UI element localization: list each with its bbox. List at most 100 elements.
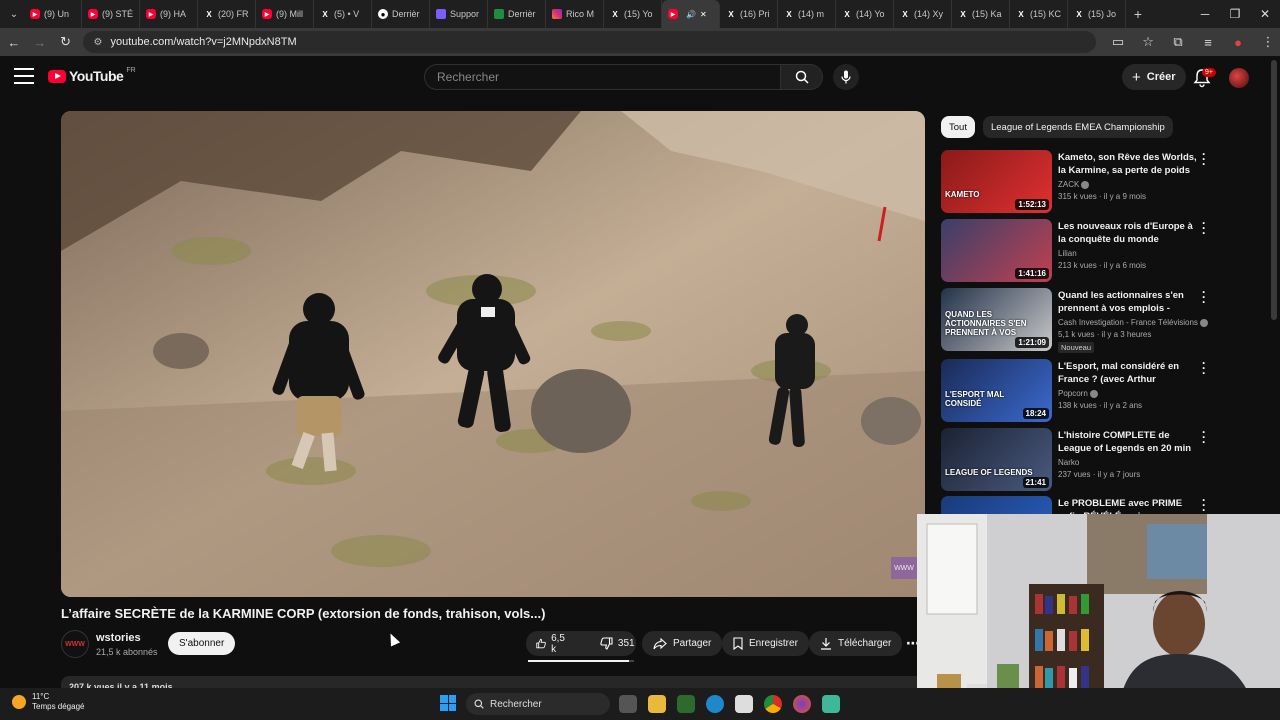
video-thumbnail[interactable]: LEAGUE OF LEGENDS 21:41 bbox=[941, 428, 1052, 491]
browser-tab[interactable]: X (5) • V bbox=[314, 0, 372, 28]
account-avatar[interactable] bbox=[1229, 68, 1249, 88]
more-options-icon[interactable]: · · · bbox=[1199, 357, 1209, 379]
related-video-item[interactable]: L'ESPORT MAL CONSIDÉ 18:24 L'Esport, mal c… bbox=[941, 357, 1217, 423]
youtube-icon: ▶ bbox=[88, 9, 98, 19]
browser-tab[interactable]: X (14) m bbox=[778, 0, 836, 28]
search-icon bbox=[795, 70, 809, 84]
related-channel-line[interactable]: Popcorn bbox=[1058, 389, 1098, 398]
browser-tab[interactable]: Derrièr bbox=[488, 0, 546, 28]
browser-tab[interactable]: ▶ (9) STÉ bbox=[82, 0, 140, 28]
browser-tab[interactable]: X (16) Pri bbox=[720, 0, 778, 28]
browser-tab[interactable]: X (15) Yo bbox=[604, 0, 662, 28]
browser-menu-icon[interactable]: ⋮ bbox=[1256, 30, 1280, 54]
browser-tab[interactable]: X (14) Xy bbox=[894, 0, 952, 28]
close-tab-icon[interactable]: ✕ bbox=[700, 10, 707, 19]
video-thumbnail[interactable]: 1:41:16 bbox=[941, 219, 1052, 282]
windows-start-icon[interactable] bbox=[440, 695, 456, 711]
video-thumbnail[interactable]: KAMETO 1:52:13 bbox=[941, 150, 1052, 213]
url-field[interactable]: ⚙ youtube.com/watch?v=j2MNpdxN8TM bbox=[83, 31, 1097, 53]
filter-chip[interactable]: League of Legends EMEA Championship bbox=[982, 116, 1173, 138]
dislike-button[interactable]: 351 bbox=[590, 631, 645, 656]
reading-list-icon[interactable]: ≡ bbox=[1196, 30, 1220, 54]
file-explorer-icon[interactable] bbox=[648, 695, 666, 713]
cast-icon[interactable]: ▭ bbox=[1106, 30, 1130, 54]
forward-icon[interactable]: → bbox=[28, 30, 52, 54]
browser-tab[interactable]: ▶ (9) Un bbox=[24, 0, 82, 28]
app-icon[interactable] bbox=[822, 695, 840, 713]
youtube-logo[interactable]: YouTube FR bbox=[48, 67, 136, 84]
browser-tab[interactable]: X (20) FR bbox=[198, 0, 256, 28]
related-channel-line[interactable]: Narko bbox=[1058, 458, 1079, 467]
related-video-title[interactable]: Quand les actionnaires s'en prennent à v… bbox=[1058, 289, 1198, 315]
video-player[interactable]: WWW bbox=[61, 111, 925, 597]
browser-tab[interactable]: Suppor bbox=[430, 0, 488, 28]
create-button[interactable]: + Créer bbox=[1122, 64, 1186, 90]
audio-playing-icon[interactable]: 🔊 bbox=[686, 10, 696, 19]
share-button[interactable]: Partager bbox=[642, 631, 723, 656]
related-video-title[interactable]: Kameto, son Rêve des Worlds, la Karmine,… bbox=[1058, 151, 1198, 177]
nvidia-icon[interactable] bbox=[677, 695, 695, 713]
new-tab-button[interactable]: + bbox=[1126, 2, 1150, 26]
tab-list-button[interactable]: ⌄ bbox=[4, 4, 24, 24]
browser-tab[interactable]: ▶ (9) Mill bbox=[256, 0, 314, 28]
reload-icon[interactable]: ↻ bbox=[54, 30, 78, 54]
more-options-icon[interactable]: · · · bbox=[1199, 217, 1209, 239]
video-thumbnail[interactable]: L'ESPORT MAL CONSIDÉ 18:24 bbox=[941, 359, 1052, 422]
close-window-icon[interactable]: ✕ bbox=[1250, 0, 1280, 28]
download-button[interactable]: Télécharger bbox=[809, 631, 903, 656]
subscribe-button[interactable]: S'abonner bbox=[168, 632, 236, 655]
extensions-icon[interactable]: ⧉ bbox=[1166, 30, 1190, 54]
save-button[interactable]: Enregistrer bbox=[722, 631, 809, 656]
browser-tab[interactable]: ● Derrièr bbox=[372, 0, 430, 28]
task-view-icon[interactable] bbox=[619, 695, 637, 713]
related-channel-line[interactable]: Lilian bbox=[1058, 249, 1077, 258]
minimize-icon[interactable]: ─ bbox=[1190, 0, 1220, 28]
related-channel-line[interactable]: ZACK bbox=[1058, 180, 1090, 189]
related-video-item[interactable]: KAMETO 1:52:13 Kameto, son Rêve des Worlds… bbox=[941, 148, 1217, 214]
channel-name[interactable]: wstories bbox=[96, 632, 141, 644]
channel-watermark[interactable]: WWW bbox=[891, 557, 917, 579]
maximize-icon[interactable]: ❐ bbox=[1220, 0, 1250, 28]
browser-tab[interactable]: X (14) Yo bbox=[836, 0, 894, 28]
profile-icon[interactable]: ● bbox=[1226, 30, 1250, 54]
search-input[interactable] bbox=[424, 64, 781, 90]
edge-browser-icon[interactable] bbox=[706, 695, 724, 713]
video-thumbnail[interactable]: QUAND LES ACTIONNAIRES S'EN PRENNENT À V… bbox=[941, 288, 1052, 351]
related-video-item[interactable]: 1:41:16 Les nouveaux rois d'Europe à la c… bbox=[941, 217, 1217, 283]
page-scrollbar[interactable] bbox=[1271, 60, 1277, 320]
duration-badge: 21:41 bbox=[1022, 477, 1049, 488]
related-video-item[interactable]: QUAND LES ACTIONNAIRES S'EN PRENNENT À V… bbox=[941, 286, 1217, 353]
channel-avatar[interactable]: WWW bbox=[61, 630, 89, 658]
like-button[interactable]: 6,5 k bbox=[526, 631, 578, 656]
related-video-item[interactable]: LEAGUE OF LEGENDS 21:41 L'histoire COMPLET… bbox=[941, 426, 1217, 492]
more-options-icon[interactable]: · · · bbox=[1199, 148, 1209, 170]
site-info-icon[interactable]: ⚙ bbox=[93, 37, 102, 48]
related-video-title[interactable]: Les nouveaux rois d'Europe à la conquête… bbox=[1058, 220, 1198, 246]
search-button[interactable] bbox=[781, 64, 823, 90]
related-video-title[interactable]: L'histoire COMPLETE de League of Legends… bbox=[1058, 429, 1198, 455]
x-icon: X bbox=[1018, 9, 1024, 19]
browser-tab[interactable]: X (15) Jo bbox=[1068, 0, 1126, 28]
taskbar-search[interactable]: Rechercher bbox=[466, 693, 610, 715]
more-options-icon[interactable]: · · · bbox=[1199, 426, 1209, 448]
hamburger-menu-icon[interactable] bbox=[14, 68, 34, 84]
browser-tab[interactable]: ▶ 🔊 ✕ bbox=[662, 0, 720, 28]
weather-widget[interactable]: 11°C Temps dégagé bbox=[12, 692, 84, 712]
more-options-icon[interactable]: · · · bbox=[1199, 494, 1209, 516]
tabs: ▶ (9) Un ▶ (9) STÉ ▶ (9) HA X (20) FR ▶ (9) Mill X… bbox=[24, 0, 1126, 28]
temperature: 11°C bbox=[32, 692, 50, 701]
browser-tab[interactable]: ▶ (9) HA bbox=[140, 0, 198, 28]
browser-tab[interactable]: Rico M bbox=[546, 0, 604, 28]
firefox-icon[interactable] bbox=[793, 695, 811, 713]
more-options-icon[interactable]: · · · bbox=[1199, 286, 1209, 308]
microsoft-store-icon[interactable] bbox=[735, 695, 753, 713]
bookmark-star-icon[interactable]: ☆ bbox=[1136, 30, 1160, 54]
voice-search-button[interactable] bbox=[833, 64, 859, 90]
related-channel-line[interactable]: Cash Investigation - France Télévisions bbox=[1058, 318, 1208, 327]
chrome-icon[interactable] bbox=[764, 695, 782, 713]
related-video-title[interactable]: L'Esport, mal considéré en France ? (ave… bbox=[1058, 360, 1198, 386]
filter-chip[interactable]: Tout bbox=[941, 116, 975, 138]
browser-tab[interactable]: X (15) Ka bbox=[952, 0, 1010, 28]
back-icon[interactable]: ← bbox=[2, 30, 26, 54]
browser-tab[interactable]: X (15) KC bbox=[1010, 0, 1068, 28]
